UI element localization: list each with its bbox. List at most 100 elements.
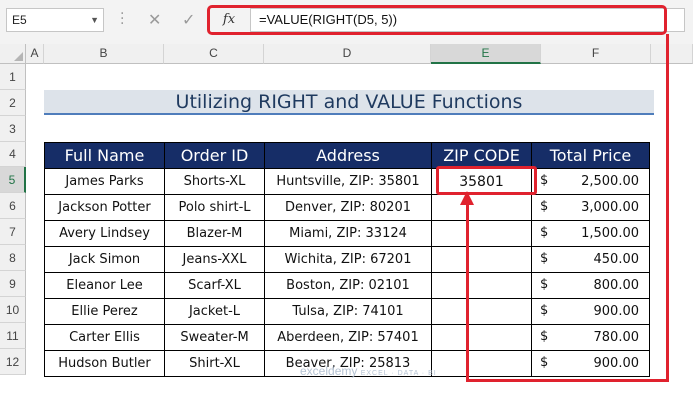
cell-full-name[interactable]: Hudson Butler [44,350,165,377]
price-value: 900.00 [593,356,640,371]
currency-symbol: $ [540,199,549,214]
table-header-row: Full Name Order ID Address ZIP CODE Tota… [44,142,650,169]
cell-address[interactable]: Wichita, ZIP: 67201 [264,246,432,273]
row-header-1[interactable]: 1 [0,64,26,90]
cell-total-price[interactable]: $450.00 [531,246,650,273]
annotation-arrow-line [466,204,469,381]
row-header-3[interactable]: 3 [0,116,26,142]
cell-zip-code[interactable] [431,350,532,377]
header-total-price[interactable]: Total Price [531,142,650,169]
watermark-sub: EXCEL · DATA · BI [360,370,437,377]
cell-address[interactable]: Boston, ZIP: 02101 [264,272,432,299]
splitter-grip-icon[interactable]: · · · [120,7,124,31]
cell-address[interactable]: Tulsa, ZIP: 74101 [264,298,432,325]
row-header-5[interactable]: 5 [0,167,26,193]
watermark-main: exceldemy [300,364,358,378]
currency-symbol: $ [540,355,549,370]
price-value: 800.00 [593,278,640,293]
watermark: exceldemy EXCEL · DATA · BI [300,364,437,378]
row-header-7[interactable]: 7 [0,219,26,245]
cell-full-name[interactable]: Eleanor Lee [44,272,165,299]
cell-zip-code[interactable] [431,246,532,273]
name-box-value: E5 [12,13,27,27]
cell-full-name[interactable]: Jack Simon [44,246,165,273]
annotation-right-line [666,34,669,382]
currency-symbol: $ [540,277,549,292]
header-order-id[interactable]: Order ID [164,142,265,169]
row-header-8[interactable]: 8 [0,245,26,271]
cancel-icon[interactable]: ✕ [148,8,161,32]
header-full-name[interactable]: Full Name [44,142,165,169]
chevron-down-icon[interactable]: ▼ [90,9,99,31]
price-value: 450.00 [593,252,640,267]
orders-table: Full Name Order ID Address ZIP CODE Tota… [44,142,650,377]
cell-order-id[interactable]: Polo shirt-L [164,194,265,221]
cell-full-name[interactable]: James Parks [44,168,165,195]
cell-address[interactable]: Miami, ZIP: 33124 [264,220,432,247]
price-value: 780.00 [593,330,640,345]
currency-symbol: $ [540,329,549,344]
price-value: 900.00 [593,304,640,319]
table-row: Eleanor Lee Scarf-XL Boston, ZIP: 02101 $80… [44,272,650,299]
column-header-e[interactable]: E [431,44,541,64]
cell-full-name[interactable]: Ellie Perez [44,298,165,325]
cell-total-price[interactable]: $3,000.00 [531,194,650,221]
selected-cell-highlight [436,166,537,195]
cell-order-id[interactable]: Shorts-XL [164,168,265,195]
cell-total-price[interactable]: $900.00 [531,350,650,377]
cell-zip-code[interactable] [431,194,532,221]
formula-buttons: ✕ ✓ [140,8,210,32]
cell-total-price[interactable]: $780.00 [531,324,650,351]
cell-zip-code[interactable] [431,220,532,247]
cell-order-id[interactable]: Jeans-XXL [164,246,265,273]
cell-zip-code[interactable] [431,324,532,351]
table-row: James Parks Shorts-XL Huntsville, ZIP: 358… [44,168,650,195]
select-all-button[interactable] [0,44,26,64]
cell-total-price[interactable]: $1,500.00 [531,220,650,247]
row-header-2[interactable]: 2 [0,90,26,116]
row-header-4[interactable]: 4 [0,142,26,167]
row-header-10[interactable]: 10 [0,297,26,323]
cell-order-id[interactable]: Blazer-M [164,220,265,247]
cell-order-id[interactable]: Scarf-XL [164,272,265,299]
header-address[interactable]: Address [264,142,432,169]
cell-zip-code[interactable] [431,298,532,325]
formula-highlight [207,5,667,35]
cell-order-id[interactable]: Shirt-XL [164,350,265,377]
currency-symbol: $ [540,303,549,318]
currency-symbol: $ [540,251,549,266]
cell-total-price[interactable]: $2,500.00 [531,168,650,195]
table-row: Avery Lindsey Blazer-M Miami, ZIP: 33124 $1… [44,220,650,247]
price-value: 3,000.00 [581,200,639,215]
row-header-11[interactable]: 11 [0,323,26,349]
cell-order-id[interactable]: Jacket-L [164,298,265,325]
header-zip-code[interactable]: ZIP CODE [431,142,532,169]
table-row: Carter Ellis Sweater-M Aberdeen, ZIP: 5740… [44,324,650,351]
price-value: 2,500.00 [581,174,639,189]
annotation-bottom-line [466,379,668,382]
table-row: Jack Simon Jeans-XXL Wichita, ZIP: 67201 $4… [44,246,650,273]
column-header-b[interactable]: B [44,44,164,64]
cell-total-price[interactable]: $900.00 [531,298,650,325]
arrow-up-icon [460,191,474,205]
name-box[interactable]: E5 ▼ [6,8,104,32]
cell-address[interactable]: Huntsville, ZIP: 35801 [264,168,432,195]
column-header-a[interactable]: A [26,44,44,64]
enter-icon[interactable]: ✓ [182,8,195,32]
cell-order-id[interactable]: Sweater-M [164,324,265,351]
cell-total-price[interactable]: $800.00 [531,272,650,299]
currency-symbol: $ [540,173,549,188]
column-header-c[interactable]: C [164,44,264,64]
cell-full-name[interactable]: Jackson Potter [44,194,165,221]
row-header-6[interactable]: 6 [0,193,26,219]
cell-full-name[interactable]: Avery Lindsey [44,220,165,247]
cell-zip-code[interactable] [431,272,532,299]
cell-address[interactable]: Denver, ZIP: 80201 [264,194,432,221]
row-header-12[interactable]: 12 [0,349,26,375]
column-header-blank[interactable] [651,44,693,64]
cell-address[interactable]: Aberdeen, ZIP: 57401 [264,324,432,351]
cell-full-name[interactable]: Carter Ellis [44,324,165,351]
column-header-d[interactable]: D [264,44,431,64]
row-header-9[interactable]: 9 [0,271,26,297]
column-header-f[interactable]: F [541,44,651,64]
